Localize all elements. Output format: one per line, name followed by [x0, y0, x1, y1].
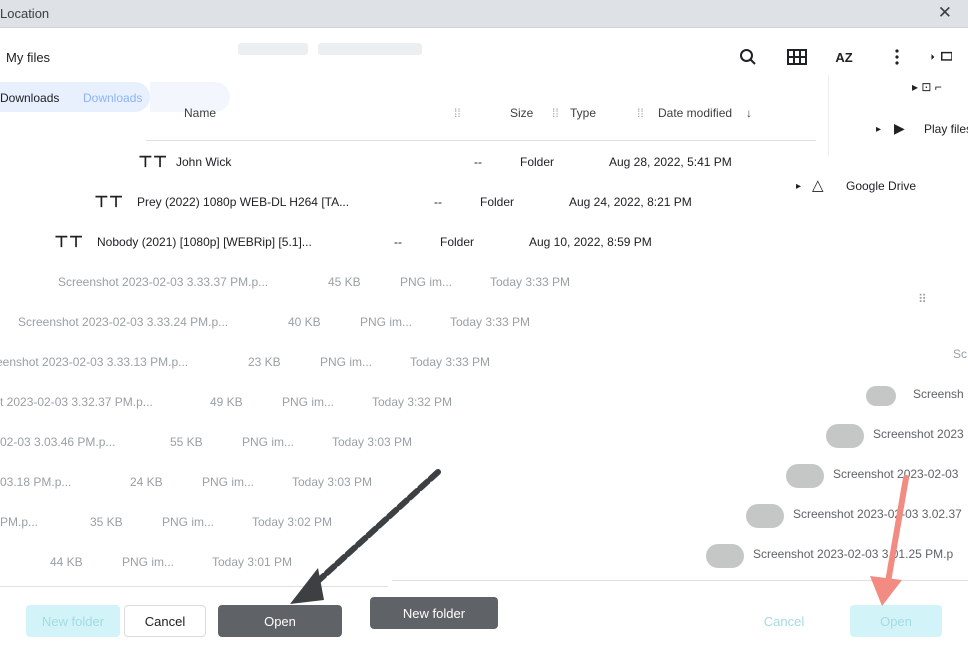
arrow-dark: [290, 469, 441, 604]
annotation-arrows: [290, 469, 909, 606]
arrow-red: [870, 475, 909, 606]
